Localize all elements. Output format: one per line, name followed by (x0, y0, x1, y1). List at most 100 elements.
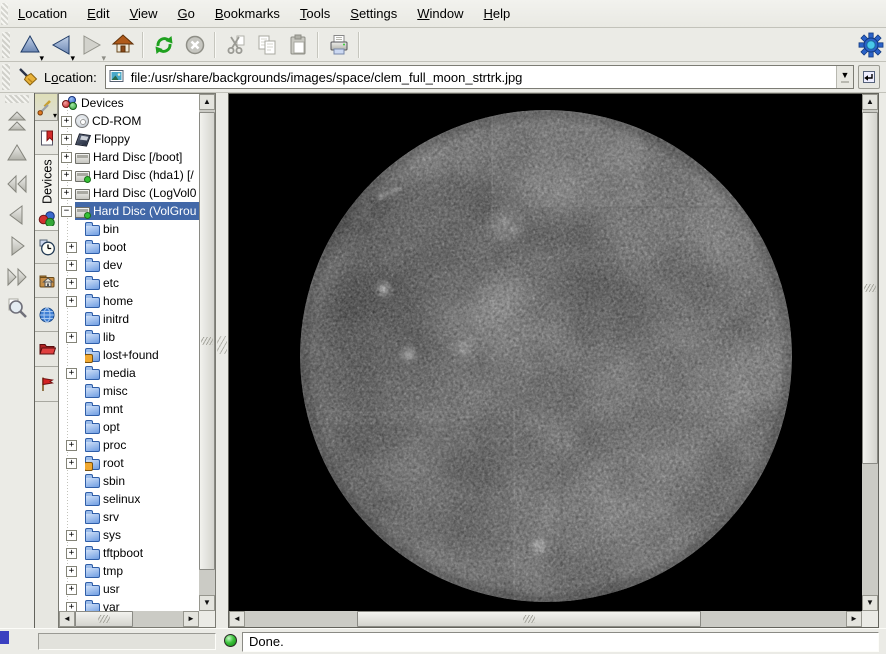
double-right-button[interactable] (3, 262, 31, 291)
menu-edit[interactable]: Edit (77, 2, 119, 26)
tree-item-boot[interactable]: +boot (59, 238, 199, 256)
print-button[interactable] (323, 30, 354, 60)
tree-item-tftpboot[interactable]: +tftpboot (59, 544, 199, 562)
tree-scroll-down-arrow[interactable]: ▼ (199, 595, 215, 611)
up-button[interactable]: ▾ (14, 30, 45, 60)
tree-item-sys[interactable]: +sys (59, 526, 199, 544)
tree-item-bin[interactable]: +bin (59, 220, 199, 238)
forward-button[interactable]: ▾ (76, 30, 107, 60)
tree-item-floppy[interactable]: +Floppy (59, 130, 199, 148)
menu-view[interactable]: View (120, 2, 168, 26)
tree-item-opt[interactable]: +opt (59, 418, 199, 436)
menu-settings[interactable]: Settings (340, 2, 407, 26)
image-scroll-down-arrow[interactable]: ▼ (862, 595, 878, 611)
tree-expander[interactable]: + (61, 188, 72, 199)
right-arrow-button[interactable] (3, 231, 31, 260)
tree-item-cd-rom[interactable]: +CD-ROM (59, 112, 199, 130)
sidebar-tab-home[interactable] (35, 264, 58, 298)
tree-expander[interactable]: + (66, 530, 77, 541)
stop-button[interactable] (179, 30, 210, 60)
tree-item-proc[interactable]: +proc (59, 436, 199, 454)
tree-expander[interactable]: + (66, 260, 77, 271)
menubar-handle[interactable] (1, 3, 8, 25)
tree-expander[interactable]: + (66, 566, 77, 577)
location-combobox[interactable]: file:/usr/share/backgrounds/images/space… (105, 65, 854, 89)
go-button[interactable] (858, 65, 880, 89)
image-scroll-left-arrow[interactable]: ◄ (229, 611, 245, 627)
image-hscroll-thumb[interactable] (357, 611, 701, 627)
copy-button[interactable] (251, 30, 282, 60)
tree-item-hard-disc-boot-[interactable]: +Hard Disc [/boot] (59, 148, 199, 166)
tree-hscroll-thumb[interactable] (75, 611, 133, 627)
tree-item-selinux[interactable]: +selinux (59, 490, 199, 508)
tree-expander[interactable]: + (66, 602, 77, 612)
tree-expander[interactable]: + (66, 296, 77, 307)
menu-window[interactable]: Window (407, 2, 473, 26)
menu-bookmarks[interactable]: Bookmarks (205, 2, 290, 26)
tree-item-hard-disc-hda1-[interactable]: +Hard Disc (hda1) [/ (59, 166, 199, 184)
tree-expander[interactable]: + (66, 458, 77, 469)
tree-item-srv[interactable]: +srv (59, 508, 199, 526)
cut-button[interactable] (220, 30, 251, 60)
tree-item-root[interactable]: +root (59, 454, 199, 472)
tree-vscrollbar[interactable]: ▲ ▼ (199, 94, 215, 611)
sidebar-tab-network[interactable] (35, 298, 58, 332)
tree-item-initrd[interactable]: +initrd (59, 310, 199, 328)
combo-dropdown-button[interactable]: ▼ (836, 66, 853, 88)
up-arrow-button[interactable] (3, 138, 31, 167)
image-scroll-up-arrow[interactable]: ▲ (862, 94, 878, 110)
sidebar-tab-bookmarks[interactable] (35, 121, 58, 155)
splitter-grip[interactable] (217, 336, 227, 354)
tree-expander[interactable]: + (61, 170, 72, 181)
konqueror-logo-button[interactable] (855, 30, 886, 60)
tree-item-misc[interactable]: +misc (59, 382, 199, 400)
back-button[interactable]: ▾ (45, 30, 76, 60)
image-vscroll-thumb[interactable] (862, 112, 878, 464)
sidebar-tab-root-folder[interactable] (35, 332, 58, 367)
clear-location-button[interactable] (14, 63, 42, 91)
image-hscrollbar[interactable]: ◄ ► (229, 611, 862, 627)
home-button[interactable] (107, 30, 138, 60)
tree-item-media[interactable]: +media (59, 364, 199, 382)
tree-item-tmp[interactable]: +tmp (59, 562, 199, 580)
tree-item-lib[interactable]: +lib (59, 328, 199, 346)
toolbar-handle[interactable] (2, 32, 10, 58)
tree-expander[interactable]: − (61, 206, 72, 217)
tree-vscroll-thumb[interactable] (199, 112, 215, 570)
sidebar-tab-history[interactable] (35, 231, 58, 264)
menu-help[interactable]: Help (474, 2, 521, 26)
sidebar-splitter[interactable] (216, 93, 228, 628)
image-vscrollbar[interactable]: ▲ ▼ (862, 94, 878, 611)
menu-tools[interactable]: Tools (290, 2, 340, 26)
sidebar-config-button[interactable]: ▾ (35, 93, 58, 121)
tree-scroll-right-arrow[interactable]: ► (183, 611, 199, 627)
image-scroll-right-arrow[interactable]: ► (846, 611, 862, 627)
tree-item-home[interactable]: +home (59, 292, 199, 310)
tree-scroll-up-arrow[interactable]: ▲ (199, 94, 215, 110)
tree-item-usr[interactable]: +usr (59, 580, 199, 598)
nav-toolbar-handle[interactable] (5, 95, 29, 103)
tree-expander[interactable]: + (61, 134, 72, 145)
tree-scroll-left-arrow[interactable]: ◄ (59, 611, 75, 627)
tree-expander[interactable]: + (66, 548, 77, 559)
tree-item-devices[interactable]: Devices (59, 94, 199, 112)
magnifier-button[interactable] (3, 293, 31, 322)
left-arrow-button[interactable] (3, 200, 31, 229)
tree-item-dev[interactable]: +dev (59, 256, 199, 274)
menu-go[interactable]: Go (168, 2, 205, 26)
tree-item-hard-disc-volgrou[interactable]: −Hard Disc (VolGrou (59, 202, 199, 220)
tree-item-lost+found[interactable]: +lost+found (59, 346, 199, 364)
menu-location[interactable]: Location (8, 2, 77, 26)
tree-item-sbin[interactable]: +sbin (59, 472, 199, 490)
tree-item-mnt[interactable]: +mnt (59, 400, 199, 418)
tree-expander[interactable]: + (66, 440, 77, 451)
tree-item-etc[interactable]: +etc (59, 274, 199, 292)
tree-expander[interactable]: + (66, 584, 77, 595)
double-up-button[interactable] (3, 107, 31, 136)
tree-expander[interactable]: + (61, 152, 72, 163)
location-input[interactable]: file:/usr/share/backgrounds/images/space… (128, 70, 836, 85)
paste-button[interactable] (282, 30, 313, 60)
tree-hscrollbar[interactable]: ◄ ► (59, 611, 199, 627)
locationbar-handle[interactable] (2, 64, 10, 90)
sidebar-tab-services[interactable] (35, 367, 58, 402)
